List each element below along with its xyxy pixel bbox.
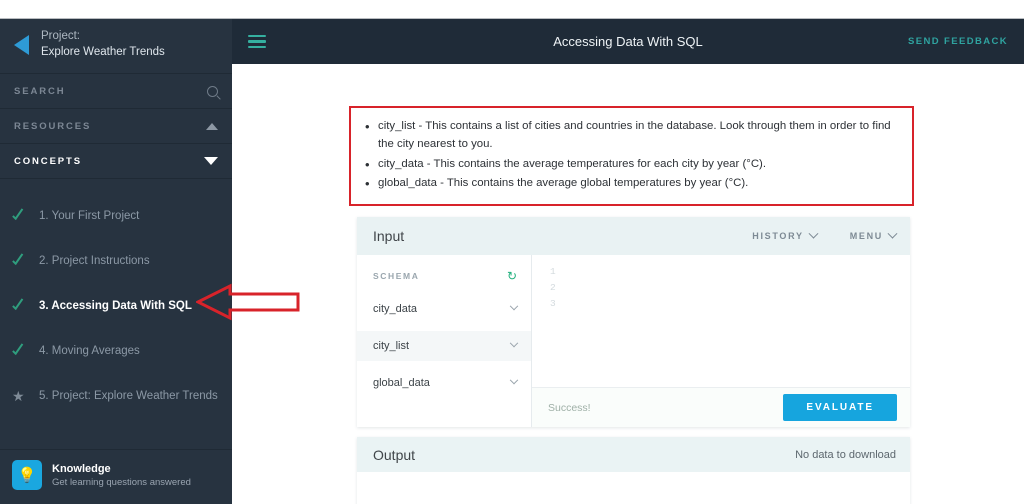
sidebar-section-concepts[interactable]: CONCEPTS xyxy=(0,144,232,179)
content-column: city_list - This contains a list of citi… xyxy=(236,64,914,504)
main-area: Accessing Data With SQL SEND FEEDBACK ci… xyxy=(232,19,1024,504)
check-icon xyxy=(12,299,26,313)
chevron-down-icon xyxy=(509,301,519,311)
chevron-down-icon xyxy=(887,228,898,239)
line-number: 1 xyxy=(550,266,556,277)
instructions-list: city_list - This contains a list of citi… xyxy=(361,116,902,195)
knowledge-title: Knowledge xyxy=(52,462,111,475)
list-item: city_data - This contains the average te… xyxy=(361,154,902,176)
check-icon xyxy=(12,254,26,268)
input-panel-body: SCHEMA ↻ city_data city_list global_data… xyxy=(357,255,910,427)
sidebar-project-header[interactable]: Project: Explore Weather Trends xyxy=(0,19,232,74)
schema-table-name: city_data xyxy=(373,303,418,315)
chevron-down-icon xyxy=(509,375,519,385)
sidebar-section-resources[interactable]: RESOURCES xyxy=(0,109,232,144)
refresh-icon[interactable]: ↻ xyxy=(507,270,517,282)
output-panel-header: Output No data to download xyxy=(357,437,910,472)
evaluate-bar: Success! EVALUATE xyxy=(532,387,910,427)
left-arrow-annotation xyxy=(196,283,300,321)
project-name: Explore Weather Trends xyxy=(41,46,165,58)
schema-table-city-list[interactable]: city_list xyxy=(357,331,531,361)
input-panel-actions: HISTORY MENU xyxy=(752,228,898,241)
schema-label: SCHEMA xyxy=(373,271,420,281)
project-label: Project: xyxy=(41,30,80,43)
sidebar-item-label: 4. Moving Averages xyxy=(39,344,140,357)
input-panel: Input HISTORY MENU SCHEMA ↻ city_data ci… xyxy=(357,217,910,427)
instructions-highlight-box: city_list - This contains a list of citi… xyxy=(349,106,914,206)
hamburger-menu-icon[interactable] xyxy=(248,34,266,49)
sidebar: Project: Explore Weather Trends SEARCH R… xyxy=(0,19,232,504)
schema-pane: SCHEMA ↻ city_data city_list global_data xyxy=(357,255,532,427)
input-panel-title: Input xyxy=(373,228,405,244)
list-item: global_data - This contains the average … xyxy=(361,173,902,195)
top-bar: Accessing Data With SQL SEND FEEDBACK xyxy=(232,19,1024,64)
code-area[interactable]: 1 2 3 xyxy=(532,255,910,387)
schema-table-city-data[interactable]: city_data xyxy=(357,294,531,324)
line-number: 2 xyxy=(550,282,556,293)
app-root: Project: Explore Weather Trends SEARCH R… xyxy=(0,0,1024,504)
search-icon[interactable] xyxy=(207,85,218,97)
sidebar-section-search[interactable]: SEARCH xyxy=(0,74,232,109)
schema-table-name: city_list xyxy=(373,340,410,352)
schema-table-name: global_data xyxy=(373,377,430,389)
sidebar-item-project-instructions[interactable]: 2. Project Instructions xyxy=(0,238,232,283)
input-panel-header: Input HISTORY MENU xyxy=(357,217,910,255)
chevron-up-icon[interactable] xyxy=(206,122,218,130)
sidebar-section-search-label: SEARCH xyxy=(14,85,66,97)
send-feedback-button[interactable]: SEND FEEDBACK xyxy=(908,36,1008,47)
list-item: city_list - This contains a list of citi… xyxy=(361,116,902,154)
menu-label: MENU xyxy=(849,231,883,241)
history-button[interactable]: HISTORY xyxy=(752,228,819,241)
line-number: 3 xyxy=(550,298,556,309)
knowledge-subtitle: Get learning questions answered xyxy=(52,476,191,488)
evaluate-button[interactable]: EVALUATE xyxy=(783,394,897,421)
schema-header: SCHEMA ↻ xyxy=(357,265,531,287)
content-area: city_list - This contains a list of citi… xyxy=(232,64,1024,504)
sql-editor[interactable]: 1 2 3 Success! EVALUATE xyxy=(532,255,910,427)
chevron-down-icon xyxy=(509,338,519,348)
back-triangle-icon[interactable] xyxy=(14,35,29,55)
sidebar-item-label: 3. Accessing Data With SQL xyxy=(39,299,192,312)
knowledge-text: Knowledge Get learning questions answere… xyxy=(52,463,191,488)
sidebar-section-resources-label: RESOURCES xyxy=(14,120,92,132)
sidebar-item-project-explore-weather-trends[interactable]: ★ 5. Project: Explore Weather Trends xyxy=(0,373,232,418)
chevron-down-icon[interactable] xyxy=(204,157,218,165)
knowledge-widget[interactable]: 💡 Knowledge Get learning questions answe… xyxy=(0,449,232,504)
sidebar-item-label: 2. Project Instructions xyxy=(39,254,150,267)
history-label: HISTORY xyxy=(752,231,804,241)
page-title: Accessing Data With SQL xyxy=(553,34,703,49)
chevron-down-icon xyxy=(808,228,819,239)
menu-button[interactable]: MENU xyxy=(849,228,898,241)
star-icon: ★ xyxy=(12,387,25,404)
sidebar-item-moving-averages[interactable]: 4. Moving Averages xyxy=(0,328,232,373)
sidebar-item-label: 5. Project: Explore Weather Trends xyxy=(39,389,218,402)
status-message: Success! xyxy=(548,401,591,414)
output-panel-body xyxy=(357,472,910,504)
schema-table-global-data[interactable]: global_data xyxy=(357,368,531,398)
output-panel: Output No data to download xyxy=(357,437,910,504)
lightbulb-icon: 💡 xyxy=(12,460,42,490)
output-panel-title: Output xyxy=(373,446,416,463)
project-text: Project: Explore Weather Trends xyxy=(41,29,165,60)
sidebar-item-your-first-project[interactable]: 1. Your First Project xyxy=(0,193,232,238)
sidebar-item-label: 1. Your First Project xyxy=(39,209,140,222)
check-icon xyxy=(12,344,26,358)
browser-top-strip xyxy=(0,0,1024,19)
output-download-note: No data to download xyxy=(795,448,896,461)
check-icon xyxy=(12,209,26,223)
sidebar-section-concepts-label: CONCEPTS xyxy=(14,155,82,167)
